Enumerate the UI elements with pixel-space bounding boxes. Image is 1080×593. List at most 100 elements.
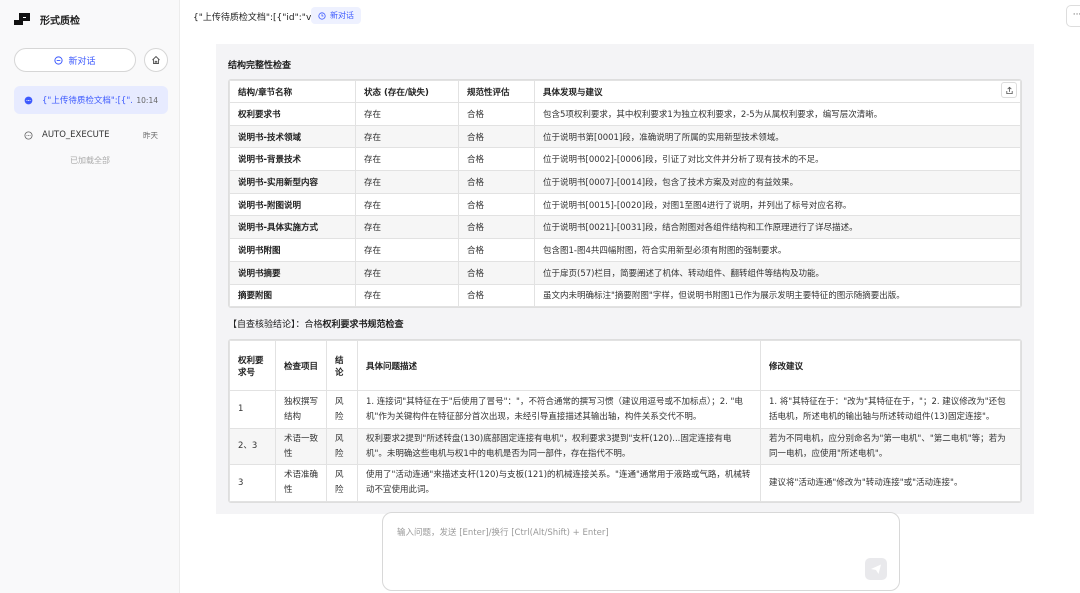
table-header: 具体问题描述 bbox=[357, 340, 761, 391]
table-cell: 风险 bbox=[326, 464, 358, 502]
new-chat-button[interactable]: 新对话 bbox=[14, 48, 136, 72]
check-conclusion: 【自查核验结论】：合格权利要求书规范检查 bbox=[228, 317, 404, 330]
table-cell: 风险 bbox=[326, 390, 358, 429]
chat-area: 结构完整性检查 结构/章节名称 状态 (存在/缺失) 规范性评估 具体发现与建议… bbox=[180, 34, 1080, 593]
export-button[interactable] bbox=[1001, 82, 1017, 98]
table-header: 结构/章节名称 bbox=[229, 80, 356, 103]
table-header: 结论 bbox=[326, 340, 358, 391]
message-input[interactable]: 输入问题，发送 [Enter]/换行 [Ctrl(Alt/Shift) + En… bbox=[382, 512, 900, 591]
response-card: 结构完整性检查 结构/章节名称 状态 (存在/缺失) 规范性评估 具体发现与建议… bbox=[216, 44, 1034, 514]
table-cell: 说明书-具体实施方式 bbox=[229, 215, 356, 240]
table-header: 修改建议 bbox=[760, 340, 1021, 391]
table-cell: 位于扉页(57)栏目，简要阐述了机体、转动组件、翻转组件等结构及功能。 bbox=[534, 260, 1021, 285]
table-cell: 合格 bbox=[458, 192, 535, 217]
table-cell: 存在 bbox=[355, 260, 459, 285]
table-cell: 摘要附图 bbox=[229, 283, 356, 308]
table-cell: 建议将"活动连通"修改为"转动连接"或"活动连接"。 bbox=[760, 464, 1021, 502]
claims-check-title: 权利要求书规范检查 bbox=[322, 320, 404, 330]
table-cell: 术语一致性 bbox=[275, 428, 327, 465]
table-cell: 说明书附图 bbox=[229, 238, 356, 262]
table-cell: 合格 bbox=[458, 147, 535, 172]
table-row: 说明书-技术领域 存在 合格 位于说明书第[0001]段，准确说明了所属的实用新型技术… bbox=[229, 124, 1021, 149]
table-cell: 合格 bbox=[458, 283, 535, 308]
conversation-time: 昨天 bbox=[143, 130, 158, 140]
table-cell: 3 bbox=[229, 464, 276, 502]
chat-bubble-icon bbox=[54, 55, 64, 65]
table-cell: 包含5项权利要求，其中权利要求1为独立权利要求，2-5为从属权利要求，编写层次清… bbox=[534, 102, 1021, 126]
table-cell: 权利要求2提到"所述转盘(130)底部固定连接有电机"，权利要求3提到"支杆(1… bbox=[357, 428, 761, 465]
table-cell: 合格 bbox=[458, 124, 535, 149]
table-row: 说明书-背景技术 存在 合格 位于说明书[0002]-[0006]段，引证了对比文件并… bbox=[229, 147, 1021, 172]
send-icon bbox=[871, 564, 881, 574]
table-row: 说明书-具体实施方式 存在 合格 位于说明书[0021]-[0031]段，结合附图对各… bbox=[229, 215, 1021, 240]
table-cell: 包含图1-图4共四幅附图，符合实用新型必须有附图的强制要求。 bbox=[534, 238, 1021, 262]
app-title: 形式质检 bbox=[40, 15, 80, 27]
table-cell: 权利要求书 bbox=[229, 102, 356, 126]
table-header: 规范性评估 bbox=[458, 80, 535, 103]
table-cell: 2、3 bbox=[229, 428, 276, 465]
table-cell: 说明书摘要 bbox=[229, 260, 356, 285]
table-cell: 位于说明书[0015]-[0020]段，对图1至图4进行了说明，并列出了标号对应… bbox=[534, 192, 1021, 217]
table-row: 说明书-附图说明 存在 合格 位于说明书[0015]-[0020]段，对图1至图4进行… bbox=[229, 192, 1021, 217]
structure-check-table: 结构/章节名称 状态 (存在/缺失) 规范性评估 具体发现与建议 权利要求书 存在… bbox=[228, 79, 1022, 309]
loaded-all-text: 已加载全部 bbox=[70, 156, 110, 165]
conversation-title: {"上传待质检文档":[{"... bbox=[42, 96, 133, 106]
table-cell: 说明书-附图说明 bbox=[229, 192, 356, 217]
share-icon bbox=[1005, 86, 1013, 94]
table-cell: 存在 bbox=[355, 124, 459, 149]
table-row: 说明书摘要 存在 合格 位于扉页(57)栏目，简要阐述了机体、转动组件、翻转组件等结构… bbox=[229, 260, 1021, 285]
table-cell: 存在 bbox=[355, 238, 459, 262]
message-input-placeholder: 输入问题，发送 [Enter]/换行 [Ctrl(Alt/Shift) + En… bbox=[397, 528, 609, 538]
table-row: 摘要附图 存在 合格 虽文内未明确标注"摘要附图"字样，但说明书附图1已作为展示发明主… bbox=[229, 283, 1021, 308]
table-cell: 若为不同电机，应分别命名为"第一电机"、"第二电机"等；若为同一电机，应使用"所… bbox=[760, 428, 1021, 465]
table-cell: 位于说明书第[0001]段，准确说明了所属的实用新型技术领域。 bbox=[534, 124, 1021, 149]
table-cell: 独权撰写结构 bbox=[275, 390, 327, 429]
conversation-item[interactable]: AUTO_EXECUTE 昨天 bbox=[14, 121, 168, 149]
table-cell: 存在 bbox=[355, 215, 459, 240]
table-cell: 位于说明书[0021]-[0031]段，结合附图对各组件结构和工作原理进行了详尽… bbox=[534, 215, 1021, 240]
app-logo-icon bbox=[14, 12, 32, 26]
conversation-item-active[interactable]: {"上传待质检文档":[{"... 10:14 bbox=[14, 86, 168, 114]
new-chat-label: 新对话 bbox=[68, 56, 96, 67]
table-cell: 术语准确性 bbox=[275, 464, 327, 502]
home-icon bbox=[152, 55, 160, 64]
sidebar: 形式质检 新对话 {"上传待质检文档":[{"... 10:14 AUTO_EX… bbox=[0, 0, 180, 593]
table-cell: 1. 将"其特征在于："改为"其特征在于，"；2. 建议修改为"还包括电机，所述… bbox=[760, 390, 1021, 429]
home-button[interactable] bbox=[144, 48, 168, 72]
table-cell: 1 bbox=[229, 390, 276, 429]
table-header: 权利要求号 bbox=[229, 340, 276, 391]
more-options-button[interactable]: ··· bbox=[1066, 5, 1080, 27]
table-header: 状态 (存在/缺失) bbox=[355, 80, 459, 103]
conversation-header-title: {"上传待质检文档":[{"id":"v bbox=[193, 13, 312, 23]
app-logo-row: 形式质检 bbox=[14, 11, 80, 27]
table-row: 3 术语准确性 风险 使用了"活动连通"来描述支杆(120)与支板(121)的机械连接… bbox=[229, 464, 1021, 502]
table-cell: 说明书-实用新型内容 bbox=[229, 170, 356, 194]
table-header: 检查项目 bbox=[275, 340, 327, 391]
table-cell: 存在 bbox=[355, 192, 459, 217]
table-row: 2、3 术语一致性 风险 权利要求2提到"所述转盘(130)底部固定连接有电机"，权利… bbox=[229, 428, 1021, 465]
chat-bubble-icon bbox=[24, 130, 33, 140]
header-new-chat-label: 新对话 bbox=[330, 11, 354, 20]
table-cell: 合格 bbox=[458, 102, 535, 126]
table-cell: 合格 bbox=[458, 215, 535, 240]
header-new-chat-button[interactable]: 新对话 bbox=[311, 7, 361, 24]
table-row: 1 独权撰写结构 风险 1. 连接词"其特征在于"后使用了冒号"："，不符合通常的撰写… bbox=[229, 390, 1021, 429]
conversation-time: 10:14 bbox=[136, 95, 158, 105]
table-cell: 说明书-背景技术 bbox=[229, 147, 356, 172]
table-cell: 风险 bbox=[326, 428, 358, 465]
table-header: 具体发现与建议 bbox=[534, 80, 1021, 103]
table-cell: 存在 bbox=[355, 170, 459, 194]
structure-check-title: 结构完整性检查 bbox=[228, 61, 292, 71]
table-cell: 位于说明书[0007]-[0014]段，包含了技术方案及对应的有益效果。 bbox=[534, 170, 1021, 194]
table-cell: 合格 bbox=[458, 170, 535, 194]
table-cell: 虽文内未明确标注"摘要附图"字样，但说明书附图1已作为展示发明主要特征的图示随摘… bbox=[534, 283, 1021, 308]
chat-bubble-icon bbox=[24, 96, 33, 104]
conclusion-text: 【自查核验结论】：合格 bbox=[228, 320, 323, 330]
table-cell: 存在 bbox=[355, 283, 459, 308]
conversation-title: AUTO_EXECUTE bbox=[42, 130, 110, 140]
table-cell: 存在 bbox=[355, 147, 459, 172]
table-row: 权利要求书 存在 合格 包含5项权利要求，其中权利要求1为独立权利要求，2-5为从属权… bbox=[229, 102, 1021, 126]
table-cell: 1. 连接词"其特征在于"后使用了冒号"："，不符合通常的撰写习惯（建议用逗号或… bbox=[357, 390, 761, 429]
table-cell: 位于说明书[0002]-[0006]段，引证了对比文件并分析了现有技术的不足。 bbox=[534, 147, 1021, 172]
send-button[interactable] bbox=[865, 558, 887, 580]
